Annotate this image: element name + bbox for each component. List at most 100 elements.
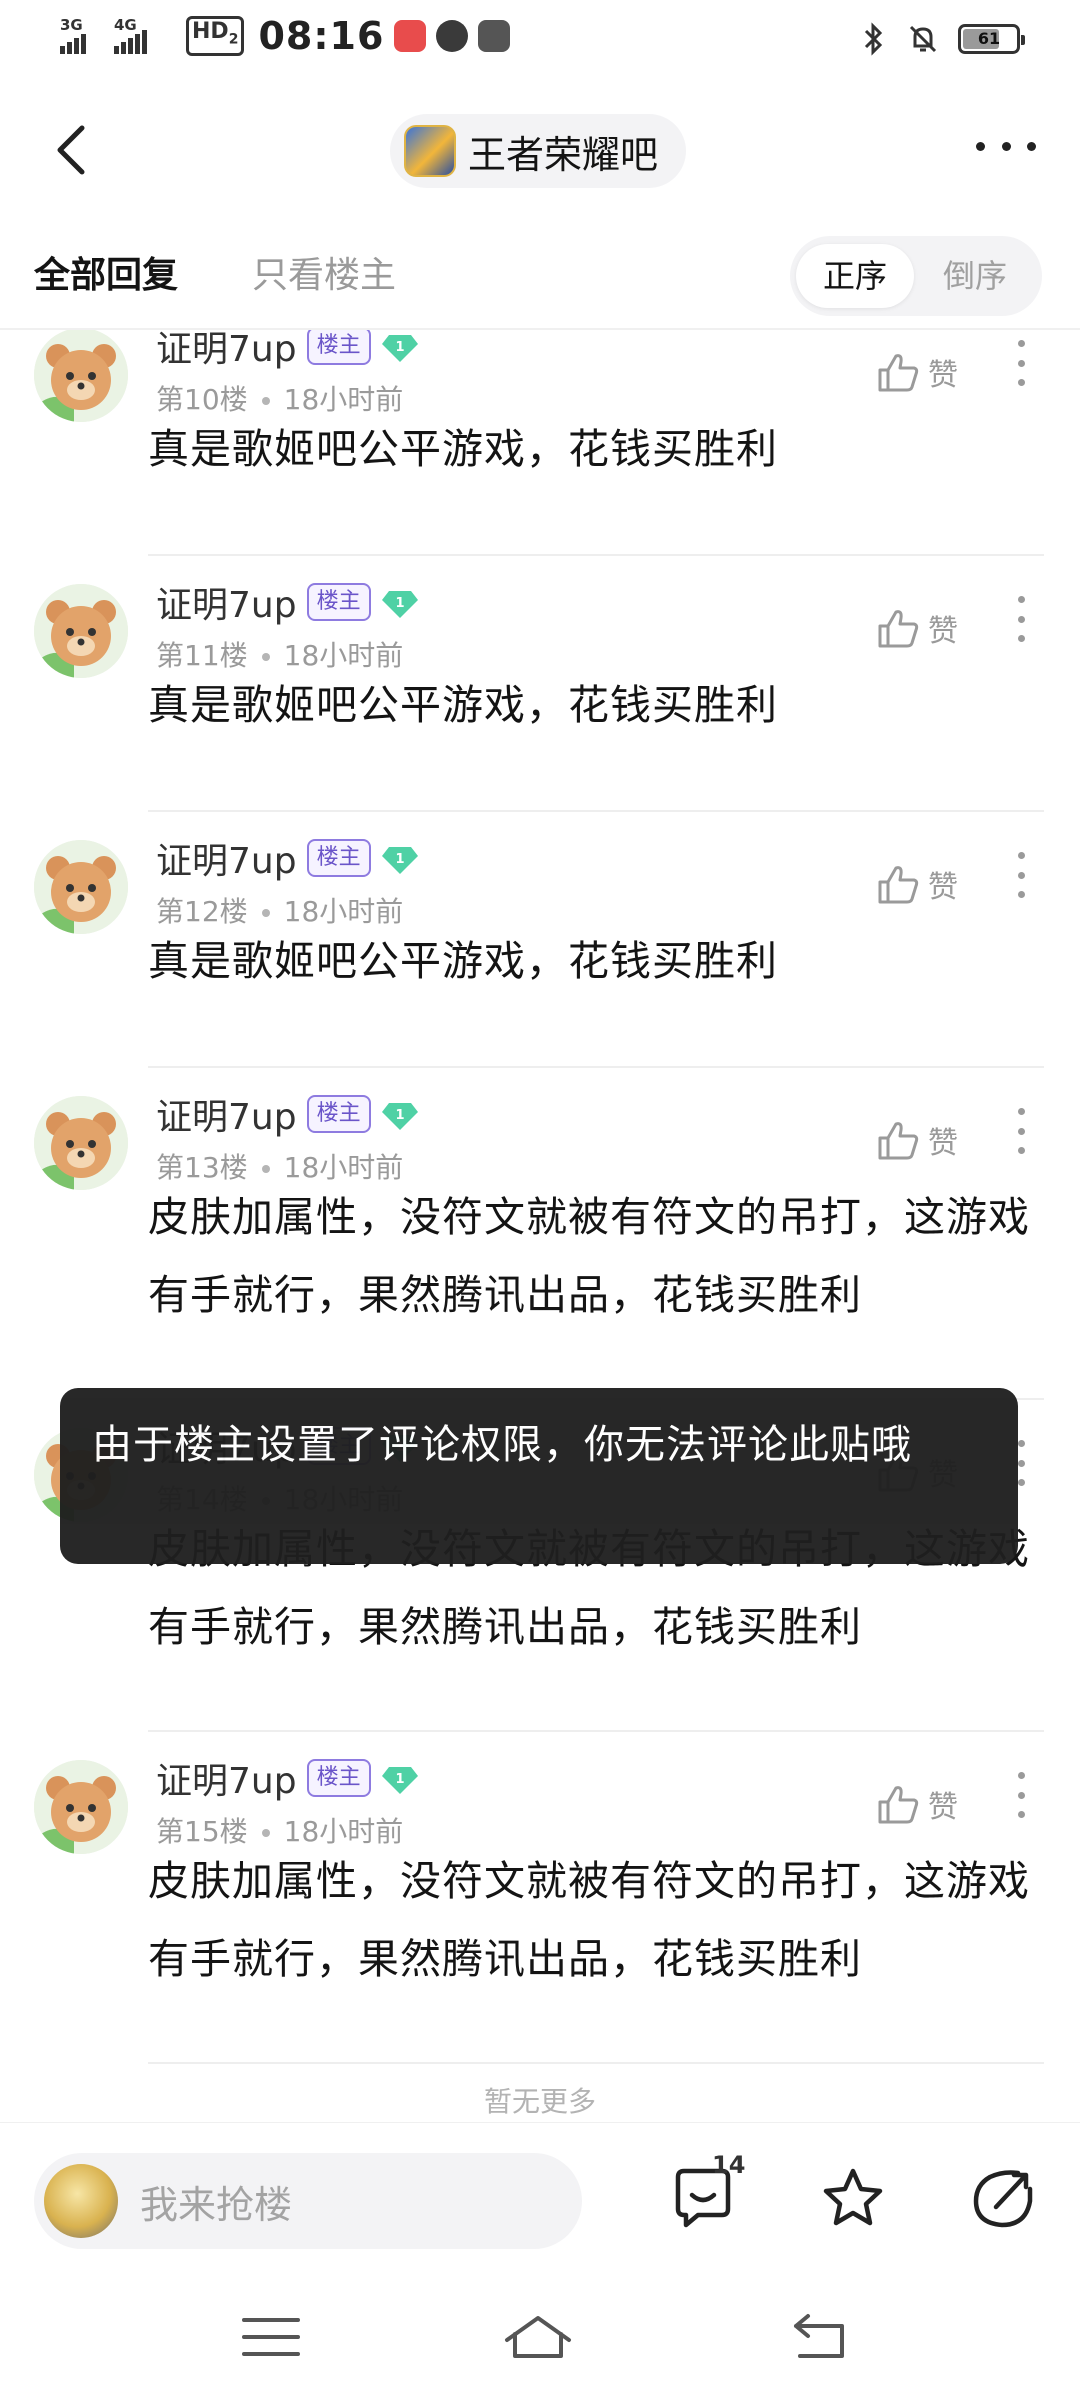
reply-placeholder: 我来抢楼 [140,2182,293,2227]
thumb-up-icon [878,1122,919,1160]
username-text[interactable]: 证明7up [156,1752,297,1804]
host-badge: 楼主 [306,839,371,877]
app-notification-icon [394,20,427,52]
order-desc-button[interactable]: 倒序 [916,244,1034,308]
feed-end-text: 暂无更多 [483,2085,596,2118]
share-icon[interactable] [968,2163,1038,2233]
network-type-label-2: 4G [114,16,137,34]
order-asc-button[interactable]: 正序 [796,244,914,308]
thumb-up-icon [878,610,919,648]
app-notification-icon-2 [478,20,511,52]
thumb-up-icon [878,1786,919,1824]
order-toggle: 正序 倒序 [790,236,1042,316]
like-button[interactable]: 赞 [876,1782,958,1826]
username-text[interactable]: 证明7up [156,1088,297,1140]
reply-feed: 证明7up 楼主 1 第10楼 18小时前赞真是歌姬吧公平游戏，花钱买胜利 证明7up 楼主… [0,330,1080,2120]
forum-name: 王者荣耀吧 [468,132,659,177]
forum-logo [404,125,456,177]
signal-icon: 3G [60,16,104,54]
reply-post[interactable]: 证明7up 楼主 1 第13楼 18小时前赞皮肤加属性，没符文就被有符文的吊打，这游戏有… [0,1068,1080,1400]
signal-icon-2: 4G [114,16,170,54]
host-badge: 楼主 [306,583,371,621]
star-icon[interactable] [818,2163,888,2233]
mute-icon [909,25,937,53]
host-badge: 楼主 [306,1095,371,1133]
tab-all-replies[interactable]: 全部回复 [34,246,178,298]
username-text[interactable]: 证明7up [156,576,297,628]
svg-text:1: 1 [395,596,404,611]
post-content: 皮肤加属性，没符文就被有符文的吊打，这游戏有手就行，果然腾讯出品，花钱买胜利 [148,1193,1030,1319]
like-label: 赞 [928,1790,958,1825]
like-label: 赞 [928,870,958,905]
reply-filter-tabs: 全部回复 只看楼主 正序 倒序 [0,236,1080,332]
username-text[interactable]: 证明7up [156,330,297,372]
host-badge: 楼主 [306,1759,371,1797]
level-badge-icon: 1 [381,331,419,362]
top-bar: 王者荣耀吧 [0,96,1080,206]
back-arrow-icon[interactable] [44,120,104,180]
username[interactable]: 证明7up楼主 1 [156,1752,419,1804]
app-page: 3G 4G HD2 08:16 61 王者荣耀吧 全部回复 只看楼主 正序 倒序… [0,0,1080,2400]
reply-post[interactable]: 证明7up 楼主 1 第11楼 18小时前赞真是歌姬吧公平游戏，花钱买胜利 [0,556,1080,812]
reply-input[interactable]: 我来抢楼 [34,2153,582,2249]
post-more-icon[interactable] [1016,340,1026,386]
level-badge-icon: 1 [381,1099,419,1130]
level-badge-icon: 1 [381,843,419,874]
reply-post[interactable]: 证明7up 楼主 1 第12楼 18小时前赞真是歌姬吧公平游戏，花钱买胜利 [0,812,1080,1068]
avatar[interactable] [34,584,128,678]
post-divider [148,2062,1044,2064]
like-button[interactable]: 赞 [876,606,958,650]
bluetooth-icon [864,22,883,56]
post-more-icon[interactable] [1016,1108,1026,1154]
reply-post[interactable]: 证明7up 楼主 1 第10楼 18小时前赞真是歌姬吧公平游戏，花钱买胜利 [0,330,1080,556]
like-label: 赞 [928,358,958,393]
like-button[interactable]: 赞 [876,1118,958,1162]
level-badge-icon: 1 [381,587,419,618]
back-nav-icon[interactable] [786,2310,856,2364]
status-right: 61 [858,22,1025,56]
post-more-icon[interactable] [1016,852,1026,898]
compass-notification-icon [436,20,469,52]
post-content: 真是歌姬吧公平游戏，花钱买胜利 [148,681,778,729]
svg-text:1: 1 [395,852,404,867]
tab-host-only[interactable]: 只看楼主 [252,246,396,298]
forum-pill[interactable]: 王者荣耀吧 [390,114,686,188]
level-badge-icon: 1 [381,1763,419,1794]
svg-text:1: 1 [395,1772,404,1787]
comment-count: 14 [712,2151,746,2179]
like-label: 赞 [928,1126,958,1161]
post-content: 真是歌姬吧公平游戏，花钱买胜利 [148,425,778,473]
username[interactable]: 证明7up楼主 1 [156,576,419,628]
post-more-icon[interactable] [1016,596,1026,642]
avatar[interactable] [34,840,128,934]
status-bar: 3G 4G HD2 08:16 61 [0,0,1080,84]
username[interactable]: 证明7up楼主 1 [156,1088,419,1140]
home-icon[interactable] [503,2310,573,2364]
like-label: 赞 [928,614,958,649]
post-content: 真是歌姬吧公平游戏，花钱买胜利 [148,937,778,985]
my-avatar [44,2164,118,2238]
username[interactable]: 证明7up楼主 1 [156,832,419,884]
reply-post[interactable]: 证明7up 楼主 1 第15楼 18小时前赞皮肤加属性，没符文就被有符文的吊打，这游戏有… [0,1732,1080,2064]
status-left: 3G 4G HD2 08:16 [60,14,511,58]
hd-voice-icon: HD2 [186,16,245,56]
svg-text:1: 1 [395,340,404,355]
network-type-label: 3G [60,16,83,34]
avatar[interactable] [34,1096,128,1190]
username[interactable]: 证明7up 楼主 1 [156,330,419,372]
post-more-icon[interactable] [1016,1772,1026,1818]
system-nav-bar [0,2272,1080,2400]
avatar[interactable] [34,330,128,422]
like-button[interactable]: 赞 [876,350,958,394]
more-options-icon[interactable] [976,126,1036,166]
menu-icon[interactable] [236,2310,306,2364]
host-badge: 楼主 [306,330,371,365]
username-text[interactable]: 证明7up [156,832,297,884]
clock: 08:16 [258,14,385,58]
thumb-up-icon [878,866,919,904]
avatar[interactable] [34,1760,128,1854]
battery-icon: 61 [958,24,1025,54]
like-button[interactable]: 赞 [876,862,958,906]
bottom-action-bar: 我来抢楼 14 [0,2122,1080,2272]
permission-toast: 由于楼主设置了评论权限，你无法评论此贴哦 [60,1388,1018,1564]
